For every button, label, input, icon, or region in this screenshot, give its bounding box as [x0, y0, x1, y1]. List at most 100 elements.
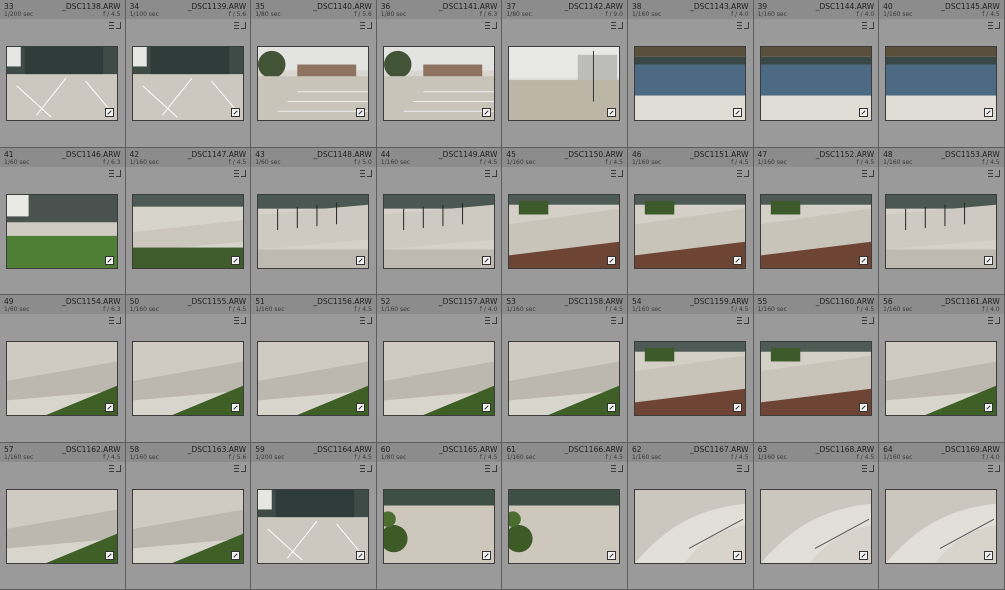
thumbnail-cell[interactable]: 41 _DSC1146.ARW 1/60 sec f / 6.3: [0, 147, 126, 295]
photo-thumbnail[interactable]: [257, 341, 370, 416]
metadata-flags-icon[interactable]: [610, 22, 623, 29]
metadata-flags-icon[interactable]: [862, 169, 875, 177]
thumbnail-cell[interactable]: 52 _DSC1157.ARW 1/160 sec f / 4.0: [376, 295, 503, 443]
metadata-flags-icon[interactable]: [108, 169, 121, 177]
cell-shutter: 1/160 sec: [129, 306, 159, 313]
cell-shutter: 1/160 sec: [255, 306, 285, 313]
metadata-flags-icon[interactable]: [987, 169, 1000, 177]
photo-thumbnail[interactable]: [759, 46, 872, 121]
thumbnail-cell[interactable]: 57 _DSC1162.ARW 1/160 sec f / 4.5: [0, 442, 126, 590]
photo-thumbnail[interactable]: [382, 341, 495, 416]
photo-thumbnail[interactable]: [6, 193, 118, 269]
thumbnail-cell[interactable]: 59 _DSC1164.ARW 1/200 sec f / 4.5: [251, 442, 377, 590]
metadata-flags-icon[interactable]: [359, 464, 372, 472]
cell-aperture: f / 5.6: [354, 11, 372, 18]
photo-thumbnail[interactable]: [759, 193, 872, 269]
thumbnail-cell[interactable]: 60 _DSC1165.ARW 1/80 sec f / 4.5: [376, 442, 503, 590]
thumbnail-cell[interactable]: 43 _DSC1148.ARW 1/60 sec f / 5.0: [251, 147, 377, 295]
photo-thumbnail[interactable]: [257, 46, 370, 121]
thumbnail-cell[interactable]: 63 _DSC1168.ARW 1/160 sec f / 4.5: [753, 442, 880, 590]
thumbnail-cell[interactable]: 49 _DSC1154.ARW 1/60 sec f / 6.3: [0, 295, 126, 443]
metadata-flags-icon[interactable]: [359, 317, 372, 324]
thumbnail-cell[interactable]: 48 _DSC1153.ARW 1/160 sec f / 4.5: [879, 147, 1005, 295]
metadata-flags-icon[interactable]: [987, 22, 1000, 29]
thumbnail-cell[interactable]: 44 _DSC1149.ARW 1/160 sec f / 4.5: [376, 147, 503, 295]
metadata-flags-icon[interactable]: [359, 169, 372, 177]
photo-thumbnail[interactable]: [508, 341, 621, 416]
photo-thumbnail[interactable]: [633, 341, 746, 416]
photo-thumbnail[interactable]: [131, 193, 244, 269]
metadata-flags-icon[interactable]: [736, 22, 749, 29]
thumbnail-cell[interactable]: 37 _DSC1142.ARW 1/80 sec f / 9.0: [502, 0, 628, 148]
photo-thumbnail[interactable]: [382, 488, 495, 564]
thumbnail-cell[interactable]: 45 _DSC1150.ARW 1/160 sec f / 4.5: [502, 147, 628, 295]
photo-thumbnail[interactable]: [759, 488, 872, 564]
photo-thumbnail[interactable]: [6, 46, 118, 121]
photo-thumbnail[interactable]: [6, 341, 118, 416]
metadata-flags-icon[interactable]: [108, 22, 121, 29]
photo-thumbnail[interactable]: [885, 488, 998, 564]
thumbnail-cell[interactable]: 62 _DSC1167.ARW 1/160 sec f / 4.5: [627, 442, 754, 590]
metadata-flags-icon[interactable]: [234, 317, 247, 324]
thumbnail-cell[interactable]: 61 _DSC1166.ARW 1/160 sec f / 4.5: [502, 442, 628, 590]
metadata-flags-icon[interactable]: [234, 22, 247, 29]
photo-thumbnail[interactable]: [257, 193, 370, 269]
thumbnail-cell[interactable]: 51 _DSC1156.ARW 1/160 sec f / 4.5: [251, 295, 377, 443]
metadata-flags-icon[interactable]: [987, 464, 1000, 472]
metadata-flags-icon[interactable]: [485, 169, 498, 177]
photo-thumbnail[interactable]: [633, 46, 746, 121]
photo-thumbnail[interactable]: [633, 193, 746, 269]
metadata-flags-icon[interactable]: [610, 169, 623, 177]
thumbnail-cell[interactable]: 64 _DSC1169.ARW 1/160 sec f / 4.0: [879, 442, 1005, 590]
develop-edited-icon: [984, 108, 994, 117]
photo-thumbnail[interactable]: [382, 46, 495, 121]
photo-thumbnail[interactable]: [6, 488, 118, 564]
thumbnail-cell[interactable]: 46 _DSC1151.ARW 1/160 sec f / 4.5: [627, 147, 754, 295]
metadata-flags-icon[interactable]: [862, 317, 875, 324]
photo-thumbnail[interactable]: [257, 488, 370, 564]
thumbnail-cell[interactable]: 39 _DSC1144.ARW 1/160 sec f / 4.0: [753, 0, 880, 148]
photo-thumbnail[interactable]: [508, 488, 621, 564]
thumbnail-cell[interactable]: 47 _DSC1152.ARW 1/160 sec f / 4.5: [753, 147, 880, 295]
metadata-flags-icon[interactable]: [485, 22, 498, 29]
metadata-flags-icon[interactable]: [108, 464, 121, 472]
metadata-flags-icon[interactable]: [359, 22, 372, 29]
photo-thumbnail[interactable]: [508, 193, 621, 269]
metadata-flags-icon[interactable]: [736, 169, 749, 177]
metadata-flags-icon[interactable]: [610, 464, 623, 472]
photo-thumbnail[interactable]: [382, 193, 495, 269]
thumbnail-cell[interactable]: 42 _DSC1147.ARW 1/160 sec f / 4.5: [125, 147, 252, 295]
photo-thumbnail[interactable]: [885, 46, 998, 121]
thumbnail-cell[interactable]: 34 _DSC1139.ARW 1/100 sec f / 5.6: [125, 0, 252, 148]
thumbnail-cell[interactable]: 36 _DSC1141.ARW 1/80 sec f / 6.3: [376, 0, 503, 148]
metadata-flags-icon[interactable]: [234, 169, 247, 177]
thumbnail-cell[interactable]: 55 _DSC1160.ARW 1/160 sec f / 4.5: [753, 295, 880, 443]
metadata-flags-icon[interactable]: [862, 464, 875, 472]
thumbnail-cell[interactable]: 33 _DSC1138.ARW 1/200 sec f / 4.5: [0, 0, 126, 148]
metadata-flags-icon[interactable]: [485, 464, 498, 472]
metadata-flags-icon[interactable]: [987, 317, 1000, 324]
metadata-flags-icon[interactable]: [862, 22, 875, 29]
metadata-flags-icon[interactable]: [234, 464, 247, 472]
photo-thumbnail[interactable]: [759, 341, 872, 416]
thumbnail-cell[interactable]: 38 _DSC1143.ARW 1/160 sec f / 4.0: [627, 0, 754, 148]
photo-thumbnail[interactable]: [885, 193, 998, 269]
photo-thumbnail[interactable]: [131, 46, 244, 121]
thumbnail-cell[interactable]: 50 _DSC1155.ARW 1/160 sec f / 4.5: [125, 295, 252, 443]
thumbnail-cell[interactable]: 40 _DSC1145.ARW 1/160 sec f / 4.5: [879, 0, 1005, 148]
metadata-flags-icon[interactable]: [736, 464, 749, 472]
thumbnail-cell[interactable]: 58 _DSC1163.ARW 1/160 sec f / 5.6: [125, 442, 252, 590]
photo-thumbnail[interactable]: [633, 488, 746, 564]
photo-thumbnail[interactable]: [131, 488, 244, 564]
photo-thumbnail[interactable]: [508, 46, 621, 121]
metadata-flags-icon[interactable]: [610, 317, 623, 324]
photo-thumbnail[interactable]: [131, 341, 244, 416]
thumbnail-cell[interactable]: 56 _DSC1161.ARW 1/160 sec f / 4.0: [879, 295, 1005, 443]
metadata-flags-icon[interactable]: [108, 317, 121, 324]
photo-thumbnail[interactable]: [885, 341, 998, 416]
thumbnail-cell[interactable]: 53 _DSC1158.ARW 1/160 sec f / 4.5: [502, 295, 628, 443]
metadata-flags-icon[interactable]: [736, 317, 749, 324]
thumbnail-cell[interactable]: 35 _DSC1140.ARW 1/80 sec f / 5.6: [251, 0, 377, 148]
metadata-flags-icon[interactable]: [485, 317, 498, 324]
thumbnail-cell[interactable]: 54 _DSC1159.ARW 1/160 sec f / 4.5: [627, 295, 754, 443]
